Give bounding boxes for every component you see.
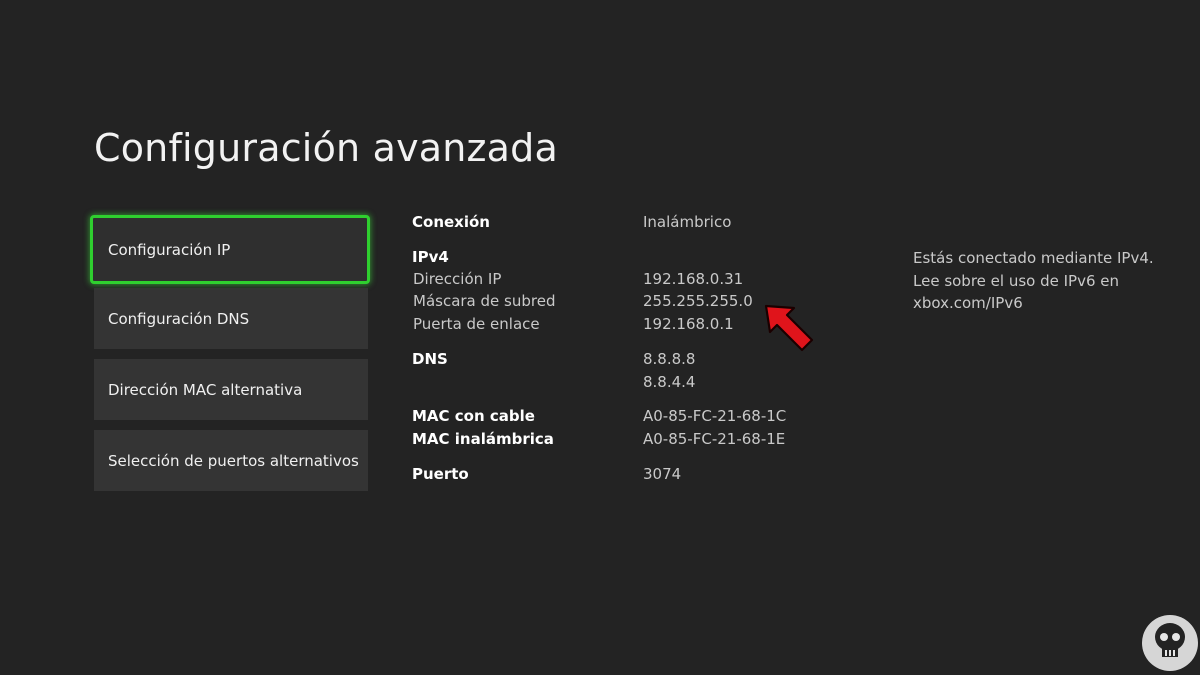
- menu-item-alternate-mac[interactable]: Dirección MAC alternativa: [94, 359, 368, 420]
- subnet-mask-label: Máscara de subred: [413, 292, 556, 310]
- gateway-value: 192.168.0.1: [643, 315, 734, 333]
- port-label: Puerto: [412, 465, 469, 483]
- dns-label: DNS: [412, 350, 448, 368]
- gateway-label: Puerta de enlace: [413, 315, 540, 333]
- port-value: 3074: [643, 465, 682, 483]
- menu-item-alternate-ports[interactable]: Selección de puertos alternativos: [94, 430, 368, 491]
- wireless-mac-label: MAC inalámbrica: [412, 430, 554, 448]
- subnet-mask-value: 255.255.255.0: [643, 292, 753, 310]
- menu-item-ip-settings[interactable]: Configuración IP: [90, 215, 370, 284]
- connection-value: Inalámbrico: [643, 213, 732, 231]
- dns-primary-value: 8.8.8.8: [643, 350, 696, 368]
- ipv6-note-line: Estás conectado mediante IPv4.: [913, 249, 1154, 267]
- ip-address-label: Dirección IP: [413, 270, 502, 288]
- wired-mac-label: MAC con cable: [412, 407, 535, 425]
- menu-item-label: Configuración DNS: [108, 309, 250, 328]
- menu-item-dns-settings[interactable]: Configuración DNS: [94, 288, 368, 349]
- skull-logo-icon: [1142, 615, 1198, 671]
- ipv4-heading: IPv4: [412, 248, 449, 266]
- network-details: Conexión Inalámbrico IPv4 Dirección IP 1…: [412, 0, 892, 675]
- menu-item-label: Dirección MAC alternativa: [108, 380, 303, 399]
- dns-secondary-value: 8.8.4.4: [643, 373, 696, 391]
- ipv6-note-line: Lee sobre el uso de IPv6 en: [913, 271, 1120, 290]
- ipv6-info-note: Estás conectado mediante IPv4. Lee sobre…: [913, 247, 1183, 315]
- ip-address-value: 192.168.0.31: [643, 270, 744, 288]
- wired-mac-value: A0-85-FC-21-68-1C: [643, 407, 787, 425]
- ipv6-link[interactable]: xbox.com/IPv6: [913, 292, 1183, 315]
- connection-label: Conexión: [412, 213, 490, 231]
- wireless-mac-value: A0-85-FC-21-68-1E: [643, 430, 786, 448]
- red-arrow-icon: [764, 304, 814, 352]
- menu-item-label: Configuración IP: [108, 240, 231, 259]
- menu-item-label: Selección de puertos alternativos: [108, 451, 359, 470]
